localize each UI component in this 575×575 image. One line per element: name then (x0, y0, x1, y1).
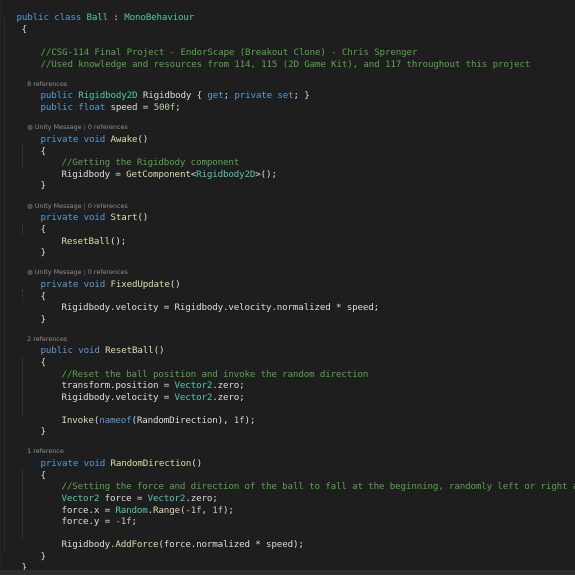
code-line-randomdirection-comment[interactable]: //Setting the force and direction of the… (40, 469, 575, 492)
code-line-start-signature[interactable]: private void Start() (19, 200, 149, 223)
code-line-randomdirection-signature[interactable]: private void RandomDirection() (19, 446, 203, 469)
code-line-start-resetball[interactable]: ResetBall(); (40, 224, 127, 247)
code-editor[interactable]: public class Ball : MonoBehaviour { //CS… (0, 0, 575, 575)
code-line-resetball-position[interactable]: transform.position = Vector2.zero; (40, 368, 245, 391)
code-line-fixedupdate-signature[interactable]: private void FixedUpdate() (19, 267, 181, 290)
code-line-start-close[interactable]: } (19, 235, 47, 258)
code-line-randomdirection-force-y[interactable]: force.y = -1f; (40, 504, 138, 527)
code-line-awake-signature[interactable]: private void Awake() (19, 122, 149, 145)
keyword: private void (40, 279, 106, 290)
code-line-awake-comment[interactable]: //Getting the Rigidbody component (40, 145, 240, 168)
keyword: private void (40, 134, 106, 145)
type-name: Vector2 (174, 392, 213, 403)
argument: (RandomDirection), (131, 415, 234, 426)
number-literal: 1f (233, 415, 245, 426)
class-name: Ball (86, 12, 109, 23)
parens: () (169, 279, 181, 290)
brace: { (21, 24, 28, 35)
code-line-speed-field[interactable]: public float speed = 500f; (19, 90, 181, 113)
type-name: Rigidbody2D (196, 169, 256, 180)
colon: : (108, 12, 125, 23)
punctuation: ; (175, 102, 181, 113)
brace: } (40, 314, 47, 325)
code-line-randomdirection-addforce[interactable]: Rigidbody.AddForce(force.normalized * sp… (40, 527, 304, 550)
punctuation: ; } (293, 90, 310, 101)
code-line-fixedupdate-velocity[interactable]: Rigidbody.velocity = Rigidbody.velocity.… (40, 290, 380, 313)
number-literal: -1f (115, 516, 132, 527)
field-name: speed (110, 102, 138, 113)
code-line-comment-1[interactable]: //CSG-114 Final Project - EndorScape (Br… (19, 35, 418, 58)
statement: Rigidbody. (61, 539, 116, 550)
number-literal: -1f (185, 505, 202, 516)
brace: } (40, 551, 47, 562)
code-line-comment-2[interactable]: //Used knowledge and resources from 114,… (19, 47, 531, 70)
statement: Rigidbody.velocity = (61, 392, 175, 403)
statement: Rigidbody.velocity = Rigidbody.velocity.… (61, 302, 380, 313)
brace: } (40, 180, 47, 191)
punctuation: ; (131, 516, 138, 527)
parens: () (153, 345, 165, 356)
code-line-resetball-velocity[interactable]: Rigidbody.velocity = Vector2.zero; (40, 380, 245, 403)
method-name: ResetBall (105, 345, 154, 356)
operator: = (137, 102, 154, 113)
statement: force.y = (61, 516, 116, 527)
keyword: public float (40, 102, 106, 113)
code-line-start-open[interactable]: { (19, 212, 47, 235)
comment: //Used knowledge and resources from 114,… (40, 59, 531, 70)
keyword: nameof (99, 415, 132, 426)
code-line-class-declaration[interactable]: public class Ball : MonoBehaviour (0, 0, 195, 23)
parens: () (191, 458, 202, 469)
method-name: Awake (110, 134, 138, 145)
number-literal: 1f (212, 505, 224, 516)
parens: () (137, 134, 149, 145)
punctuation: ); (244, 415, 256, 426)
keyword: set (277, 90, 294, 101)
method-name: FixedUpdate (110, 279, 170, 290)
keyword: private void (40, 212, 106, 223)
punctuation: ); (223, 505, 234, 516)
code-line-fixedupdate-close[interactable]: } (19, 302, 47, 325)
keyword: get (207, 90, 224, 101)
code-line-resetball-close[interactable]: } (19, 414, 47, 437)
property-name: Rigidbody (61, 169, 111, 180)
method-name: Start (110, 212, 138, 223)
statement: .zero; (212, 392, 245, 403)
editor-bottom-edge (0, 570, 575, 575)
code-line-class-close[interactable]: } (0, 550, 28, 573)
code-line-awake-close[interactable]: } (19, 168, 47, 191)
method-name: AddForce (115, 539, 159, 550)
code-line-resetball-open[interactable]: { (19, 345, 47, 368)
brace: } (40, 426, 47, 437)
code-line-rigidbody-property[interactable]: public Rigidbody2D Rigidbody { get; priv… (19, 78, 310, 101)
code-line-resetball-signature[interactable]: public void ResetBall() (19, 333, 165, 356)
method-name: ResetBall (61, 236, 111, 247)
operator: = (109, 169, 127, 180)
method-name: Range (153, 505, 180, 516)
parens: () (137, 212, 149, 223)
method-name: GetComponent (126, 169, 191, 180)
method-name: RandomDirection (110, 458, 192, 469)
code-line-randomdirection-force-decl[interactable]: Vector2 force = Vector2.zero; (40, 481, 218, 504)
comma: , (201, 505, 213, 516)
keyword: private void (40, 458, 106, 469)
punctuation: { (191, 90, 208, 101)
number-literal: 500f (153, 102, 176, 113)
statement: (force.normalized * speed); (158, 539, 304, 550)
indent-guide-class (4, 18, 5, 551)
editor-left-edge (0, 0, 1, 575)
punctuation: ; (223, 90, 235, 101)
punctuation: (); (109, 236, 127, 247)
method-name: Invoke (61, 415, 94, 426)
code-line-awake-getcomponent[interactable]: Rigidbody = GetComponent<Rigidbody2D>(); (40, 157, 277, 180)
punctuation: >(); (255, 169, 277, 180)
keyword: private (234, 90, 272, 101)
code-line-resetball-invoke[interactable]: Invoke(nameof(RandomDirection), 1f); (40, 403, 256, 426)
brace: } (40, 247, 47, 258)
keyword: public void (40, 345, 100, 356)
code-line-class-open-brace[interactable]: { (0, 12, 28, 35)
base-class-name: MonoBehaviour (124, 12, 195, 23)
